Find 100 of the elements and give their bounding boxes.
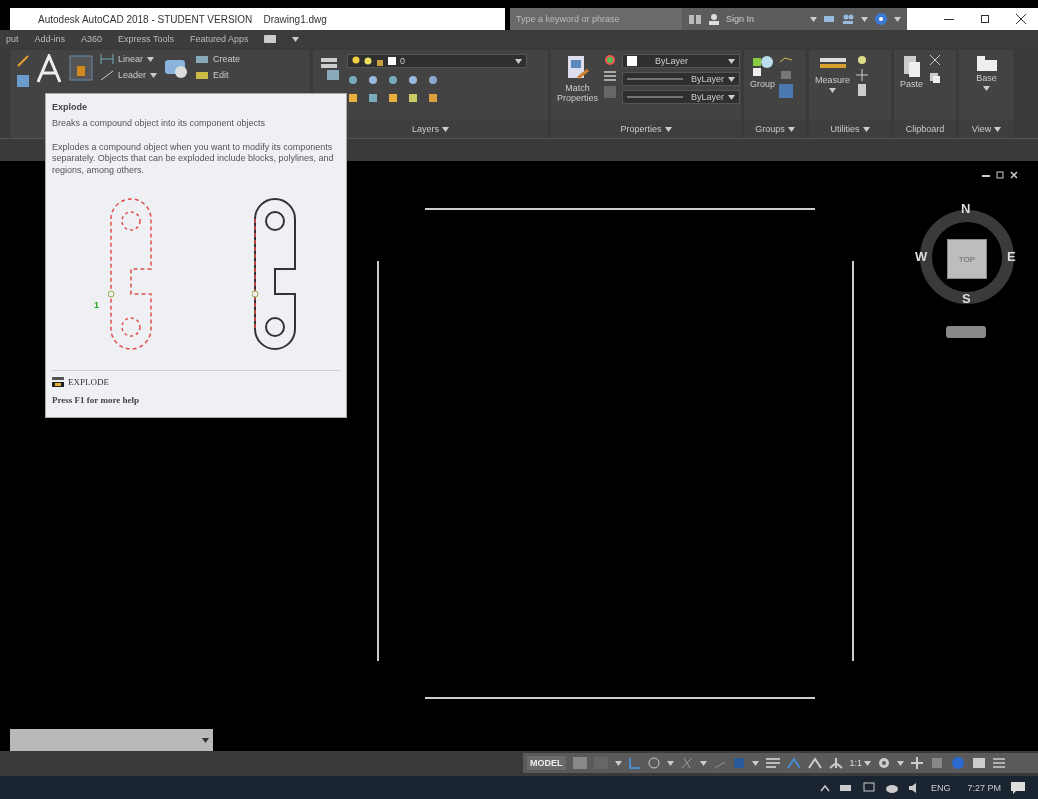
ribbon-tab[interactable]: put (6, 34, 19, 44)
caret-icon[interactable] (751, 760, 759, 766)
annotation-scale-button[interactable]: 1:1 (849, 758, 871, 768)
caret-icon[interactable] (787, 126, 795, 132)
caret-icon[interactable] (442, 126, 449, 132)
pencil-icon[interactable] (16, 54, 30, 68)
group-button[interactable]: Group (750, 54, 775, 90)
menu-icon[interactable] (993, 757, 1005, 769)
close-icon[interactable] (1016, 14, 1026, 24)
caret-icon[interactable] (515, 58, 522, 64)
lineweight-dropdown[interactable]: ByLayer (622, 90, 740, 104)
help-icon[interactable] (874, 12, 888, 26)
layer-tool-icon[interactable] (347, 92, 359, 104)
search-field[interactable]: Type a keyword or phrase (510, 8, 682, 30)
paint-icon[interactable] (16, 74, 30, 88)
clean-screen-icon[interactable] (972, 757, 986, 769)
tooltip-title: Explode (52, 102, 88, 112)
group-icon (750, 54, 775, 78)
base-button[interactable]: Base (975, 54, 998, 91)
layer-dropdown[interactable]: 0 (347, 54, 527, 68)
ribbon-tab[interactable]: A360 (81, 34, 103, 44)
caret-icon[interactable] (994, 126, 1002, 132)
caret-icon[interactable] (147, 56, 155, 62)
north-label[interactable]: N (961, 201, 971, 216)
group-edit-icon[interactable] (779, 69, 793, 81)
isodraft-icon[interactable] (680, 757, 693, 769)
clock[interactable]: 7:27 PM (967, 783, 1001, 793)
text-icon[interactable] (36, 54, 62, 84)
leader-button[interactable]: Leader (100, 70, 158, 80)
match-properties-button[interactable]: Match Properties (557, 54, 598, 104)
plus-icon[interactable] (911, 757, 923, 769)
caret-icon[interactable] (728, 76, 735, 82)
point-icon[interactable] (856, 54, 868, 66)
caret-icon[interactable] (728, 58, 735, 64)
linear-button[interactable]: Linear (100, 54, 158, 64)
layer-tool-icon[interactable] (427, 74, 439, 86)
dimension-icon[interactable] (68, 54, 94, 82)
layer-tool-icon[interactable] (427, 92, 439, 104)
people-icon[interactable] (841, 13, 855, 25)
caret-icon[interactable] (862, 126, 870, 132)
layer-tool-icon[interactable] (407, 92, 419, 104)
command-line-field[interactable] (10, 729, 213, 751)
caret-icon[interactable] (829, 87, 836, 93)
caret-icon[interactable] (666, 760, 674, 766)
ribbon-tab[interactable]: Add-ins (34, 34, 66, 44)
chevron-up-icon[interactable] (819, 784, 830, 792)
notification-icon[interactable] (1010, 781, 1026, 795)
layer-tool-icon[interactable] (367, 92, 379, 104)
caret-icon[interactable] (983, 85, 990, 91)
cut-icon[interactable] (929, 54, 941, 66)
caret-icon[interactable] (699, 760, 707, 766)
sign-in-button[interactable]: Sign In (726, 14, 755, 24)
caret-icon[interactable] (664, 126, 672, 132)
polar-icon[interactable] (647, 757, 660, 769)
restore-icon[interactable] (996, 171, 1004, 179)
color-dropdown[interactable]: ByLayer (622, 54, 740, 68)
west-label[interactable]: W (915, 249, 928, 264)
caret-icon[interactable] (897, 760, 904, 766)
layers-panel-label[interactable]: Layers (412, 124, 449, 134)
layer-tool-icon[interactable] (367, 74, 379, 86)
layer-tool-icon[interactable] (407, 74, 419, 86)
edit-block-button[interactable]: Edit (195, 70, 241, 80)
auto-scale-icon[interactable] (828, 757, 843, 769)
paste-icon (902, 54, 921, 78)
crosshair-icon[interactable] (856, 69, 868, 81)
caret-icon[interactable] (728, 94, 735, 100)
measure-button[interactable]: Measure (815, 54, 850, 93)
snap-tracking-icon[interactable] (732, 757, 745, 769)
ribbon-tab[interactable]: Express Tools (118, 34, 174, 44)
caret-icon[interactable] (861, 16, 868, 22)
annotation-visibility-icon[interactable] (807, 757, 822, 769)
caret-icon[interactable] (614, 760, 622, 766)
layer-tool-icon[interactable] (387, 92, 399, 104)
linetype-dropdown[interactable]: ByLayer (622, 72, 740, 86)
maximize-icon[interactable] (980, 14, 990, 24)
caret-icon[interactable] (150, 72, 158, 78)
layer-tool-icon[interactable] (347, 74, 359, 86)
layer-tool-icon[interactable] (387, 74, 399, 86)
east-label[interactable]: E (1007, 249, 1016, 264)
model-tab[interactable]: MODEL (527, 756, 566, 770)
calculator-icon[interactable] (856, 84, 868, 96)
caret-icon[interactable] (292, 36, 300, 42)
binoculars-icon[interactable] (688, 13, 702, 25)
color-wheel-icon[interactable] (604, 54, 616, 66)
caret-icon[interactable] (202, 737, 209, 743)
caret-icon[interactable] (894, 16, 901, 22)
create-block-button[interactable]: Create (195, 54, 241, 64)
ribbon-tab[interactable]: Featured Apps (189, 34, 249, 44)
workspace-gear-icon[interactable] (878, 757, 890, 769)
properties-panel-label[interactable]: Properties (620, 124, 672, 134)
caret-icon[interactable] (810, 16, 817, 22)
south-label[interactable]: S (962, 291, 971, 306)
linetype-icon[interactable] (604, 70, 616, 82)
user-icon[interactable] (708, 13, 720, 25)
copy-icon[interactable] (929, 72, 941, 84)
video-icon[interactable] (264, 35, 277, 43)
caret-icon[interactable] (864, 760, 871, 766)
language-indicator[interactable]: ENG (930, 783, 951, 793)
lineweight-icon[interactable] (765, 757, 780, 769)
paste-button[interactable]: Paste (900, 54, 923, 90)
